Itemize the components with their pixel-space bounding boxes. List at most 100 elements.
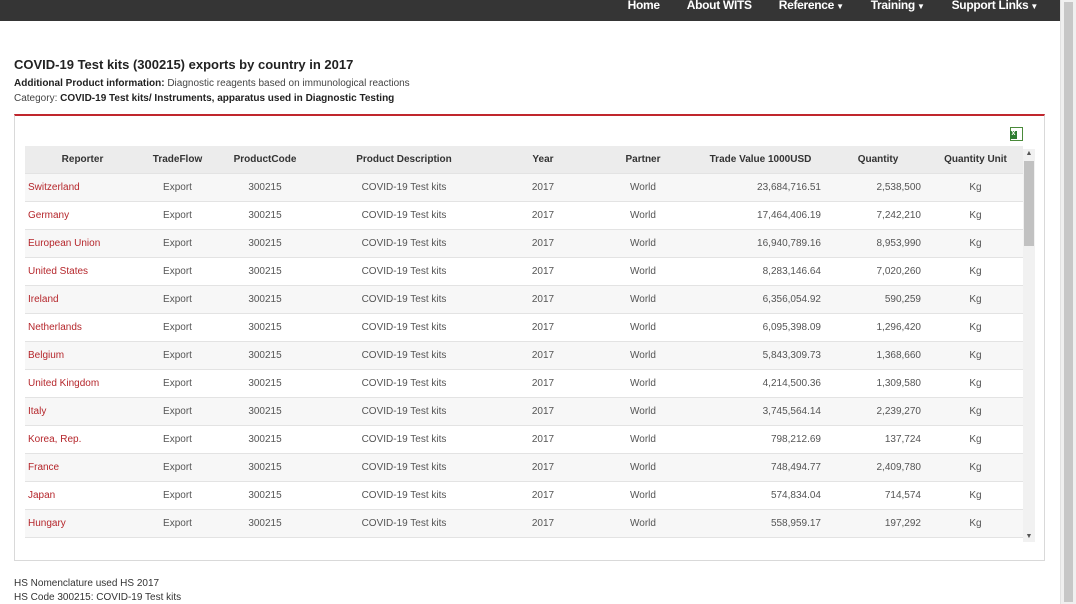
cell-year: 2017 (493, 173, 593, 202)
cell-product-description: COVID-19 Test kits (315, 369, 493, 398)
column-header-partner[interactable]: Partner (593, 146, 693, 174)
table-row: Belgium Export 300215 COVID-19 Test kits 201… (25, 341, 1023, 370)
cell-quantity-unit: Kg (928, 453, 1023, 482)
cell-tradeflow: Export (140, 285, 215, 314)
table-header-row: Reporter TradeFlow ProductCode Product Desc… (25, 146, 1023, 174)
cell-reporter[interactable]: Switzerland (25, 173, 140, 202)
cell-trade-value: 6,095,398.09 (693, 313, 828, 342)
table-scrollbar-thumb[interactable] (1024, 161, 1034, 246)
cell-trade-value: 16,940,789.16 (693, 229, 828, 258)
cell-reporter[interactable]: Germany (25, 201, 140, 230)
nav-about-wits[interactable]: About WITS (687, 0, 752, 11)
cell-reporter[interactable]: Korea, Rep. (25, 425, 140, 454)
cell-product-description: COVID-19 Test kits (315, 453, 493, 482)
cell-productcode: 300215 (215, 453, 315, 482)
cell-product-description: COVID-19 Test kits (315, 397, 493, 426)
cell-quantity: 1,368,660 (828, 341, 928, 370)
chevron-up-icon[interactable]: ▲ (1023, 149, 1035, 159)
cell-reporter[interactable]: Ireland (25, 285, 140, 314)
cell-trade-value: 558,959.17 (693, 509, 828, 538)
column-header-quantity-unit[interactable]: Quantity Unit (928, 146, 1023, 174)
cell-quantity-unit: Kg (928, 509, 1023, 538)
cell-quantity: 7,242,210 (828, 201, 928, 230)
nav-training[interactable]: Training ▼ (871, 0, 925, 12)
cell-productcode: 300215 (215, 257, 315, 286)
cell-tradeflow: Export (140, 201, 215, 230)
cell-trade-value: 4,214,500.36 (693, 369, 828, 398)
column-header-trade-value[interactable]: Trade Value 1000USD (693, 146, 828, 174)
column-header-product-description[interactable]: Product Description (315, 146, 493, 174)
column-header-year[interactable]: Year (493, 146, 593, 174)
cell-trade-value: 530,370.80 (693, 537, 828, 541)
cell-reporter[interactable]: Hungary (25, 509, 140, 538)
column-header-tradeflow[interactable]: TradeFlow (140, 146, 215, 174)
cell-product-description: COVID-19 Test kits (315, 341, 493, 370)
cell-productcode: 300215 (215, 425, 315, 454)
cell-partner: World (593, 229, 693, 258)
table-row: Korea, Rep. Export 300215 COVID-19 Test kit… (25, 425, 1023, 454)
cell-year: 2017 (493, 397, 593, 426)
excel-icon[interactable] (1010, 127, 1023, 141)
nav-home[interactable]: Home (628, 0, 660, 11)
additional-info-value: Diagnostic reagents based on immunologic… (167, 78, 410, 89)
cell-reporter[interactable]: Austria (25, 537, 140, 541)
cell-quantity-unit: Kg (928, 229, 1023, 258)
cell-reporter[interactable]: Belgium (25, 341, 140, 370)
cell-quantity: 1,309,580 (828, 369, 928, 398)
nav-support-links[interactable]: Support Links ▼ (952, 0, 1039, 12)
cell-quantity-unit: Kg (928, 537, 1023, 541)
cell-tradeflow: Export (140, 537, 215, 541)
table-scroll-area[interactable]: Reporter TradeFlow ProductCode Product Desc… (25, 146, 1023, 541)
cell-partner: World (593, 481, 693, 510)
table-scrollbar[interactable]: ▲ ▼ (1023, 149, 1035, 542)
cell-reporter[interactable]: United States (25, 257, 140, 286)
cell-partner: World (593, 425, 693, 454)
table-row: AustriaExport300215COVID-19 Test kits201… (25, 537, 1023, 541)
cell-quantity: 590,259 (828, 285, 928, 314)
trade-table: Reporter TradeFlow ProductCode Product Desc… (25, 146, 1023, 541)
cell-tradeflow: Export (140, 453, 215, 482)
cell-reporter[interactable]: Italy (25, 397, 140, 426)
additional-info-label: Additional Product information: (14, 78, 165, 89)
chevron-down-icon[interactable]: ▼ (1023, 532, 1035, 542)
page-title: COVID-19 Test kits (300215) exports by c… (14, 57, 354, 72)
cell-partner: World (593, 285, 693, 314)
column-header-reporter[interactable]: Reporter (25, 146, 140, 174)
page-scrollbar[interactable] (1060, 0, 1076, 604)
table-row: Hungary Export 300215 COVID-19 Test kits 201… (25, 509, 1023, 538)
nav-reference[interactable]: Reference ▼ (779, 0, 844, 12)
cell-product-description: COVID-19 Test kits (315, 285, 493, 314)
cell-quantity-unit: Kg (928, 397, 1023, 426)
column-header-quantity[interactable]: Quantity (828, 146, 928, 174)
cell-quantity-unit: Kg (928, 173, 1023, 202)
cell-tradeflow: Export (140, 229, 215, 258)
caret-down-icon: ▼ (836, 1, 844, 11)
cell-reporter[interactable]: Netherlands (25, 313, 140, 342)
column-header-productcode[interactable]: ProductCode (215, 146, 315, 174)
cell-partner: World (593, 341, 693, 370)
cell-tradeflow: Export (140, 509, 215, 538)
cell-reporter[interactable]: European Union (25, 229, 140, 258)
cell-reporter[interactable]: France (25, 453, 140, 482)
cell-partner: World (593, 369, 693, 398)
cell-partner: World (593, 257, 693, 286)
cell-year: 2017 (493, 453, 593, 482)
cell-tradeflow: Export (140, 341, 215, 370)
cell-reporter[interactable]: United Kingdom (25, 369, 140, 398)
cell-quantity: 137,724 (828, 425, 928, 454)
table-row: United Kingdom Export 300215 COVID-19 Test … (25, 369, 1023, 398)
cell-trade-value: 17,464,406.19 (693, 201, 828, 230)
cell-productcode: 300215 (215, 341, 315, 370)
page-scrollbar-thumb[interactable] (1064, 2, 1073, 602)
cell-quantity: 8,953,990 (828, 229, 928, 258)
cell-quantity: 2,409,780 (828, 453, 928, 482)
cell-reporter[interactable]: Japan (25, 481, 140, 510)
cell-product-description: COVID-19 Test kits (315, 509, 493, 538)
cell-quantity: 714,574 (828, 481, 928, 510)
cell-tradeflow: Export (140, 425, 215, 454)
nav-about-label: About WITS (686, 0, 752, 12)
cell-year: 2017 (493, 229, 593, 258)
cell-partner: World (593, 313, 693, 342)
cell-tradeflow: Export (140, 313, 215, 342)
cell-tradeflow: Export (140, 369, 215, 398)
